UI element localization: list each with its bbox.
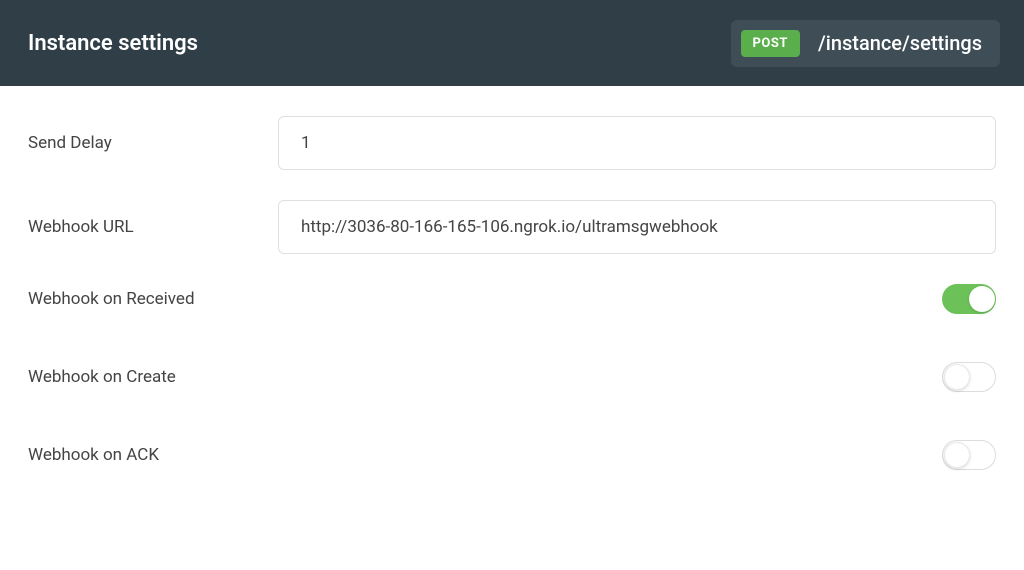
toggle-knob [969,286,995,312]
webhook-on-ack-toggle[interactable] [942,440,996,470]
webhook-url-input[interactable] [278,200,996,254]
webhook-on-ack-label: Webhook on ACK [28,445,278,465]
toggle-knob [944,442,970,468]
send-delay-label: Send Delay [28,133,278,153]
send-delay-row: Send Delay [28,116,996,170]
webhook-url-label: Webhook URL [28,217,278,237]
page-title: Instance settings [28,31,198,56]
form-container: Send Delay Webhook URL Webhook on Receiv… [0,86,1024,470]
webhook-on-create-label: Webhook on Create [28,367,278,387]
webhook-on-ack-row: Webhook on ACK [28,440,996,470]
http-method-badge: POST [741,30,800,57]
webhook-on-create-row: Webhook on Create [28,362,996,392]
send-delay-input[interactable] [278,116,996,170]
webhook-on-received-row: Webhook on Received [28,284,996,314]
webhook-on-received-label: Webhook on Received [28,289,278,309]
page-header: Instance settings POST /instance/setting… [0,0,1024,86]
webhook-on-create-toggle[interactable] [942,362,996,392]
webhook-on-received-toggle[interactable] [942,284,996,314]
toggle-knob [944,364,970,390]
endpoint-path: /instance/settings [818,31,982,55]
endpoint-box: POST /instance/settings [731,20,1000,67]
webhook-url-row: Webhook URL [28,200,996,254]
